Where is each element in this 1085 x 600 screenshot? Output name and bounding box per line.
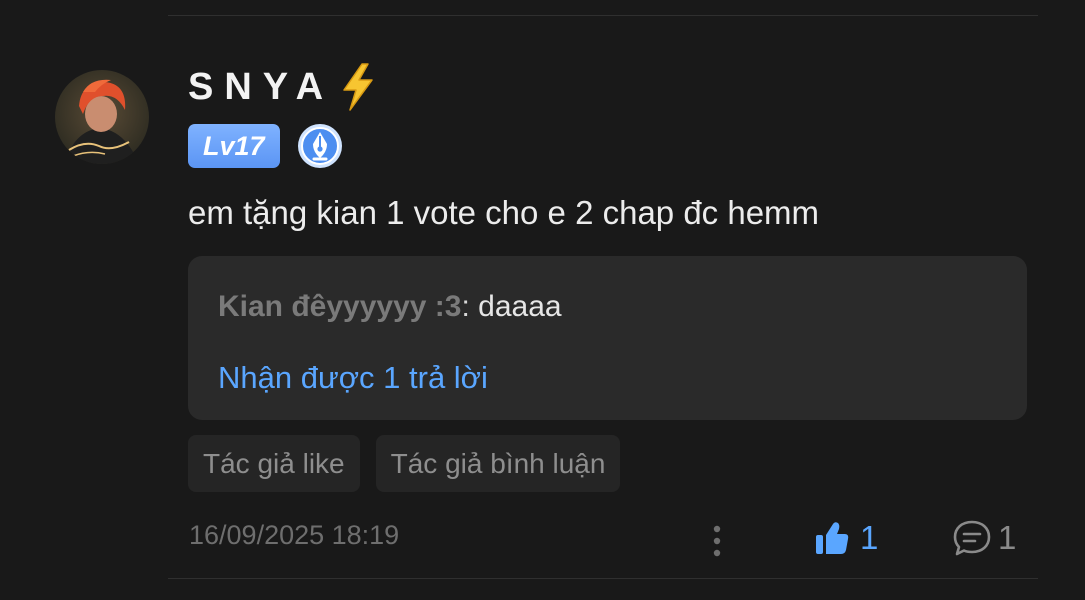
like-count: 1 <box>860 519 879 556</box>
thumbs-up-icon <box>816 522 849 554</box>
comment-text: em tặng kian 1 vote cho e 2 chap đc hemm <box>188 194 820 231</box>
comment-count: 1 <box>998 519 1017 556</box>
lightning-bolt-icon <box>343 63 373 111</box>
reply-button[interactable]: 1 <box>950 514 1016 562</box>
username[interactable]: SNYA <box>188 62 378 112</box>
more-options-button[interactable] <box>700 516 734 560</box>
bottom-divider <box>168 578 1038 579</box>
replies-link[interactable]: Nhận được 1 trả lời <box>218 360 488 396</box>
avatar-icon <box>55 70 149 164</box>
timestamp: 16/09/2025 18:19 <box>189 520 400 550</box>
quote-line: Kian đêyyyyyy :3: daaaa <box>218 290 562 324</box>
quoted-reply[interactable]: Kian đêyyyyyy :3: daaaa Nhận được 1 trả … <box>188 256 1027 420</box>
author-tags: Tác giả like Tác giả bình luận <box>188 435 621 492</box>
quote-separator: : <box>461 290 470 323</box>
top-divider <box>168 15 1038 16</box>
quote-text: daaaa <box>469 290 562 323</box>
level-badge: Lv17 <box>188 124 280 168</box>
quote-author[interactable]: Kian đêyyyyyy :3 <box>218 290 461 323</box>
pen-nib-badge-icon <box>297 124 342 168</box>
tag-author-like: Tác giả like <box>188 435 360 492</box>
avatar[interactable] <box>55 70 149 164</box>
user-badges: Lv17 <box>188 122 344 170</box>
like-button[interactable]: 1 <box>814 514 878 562</box>
username-text: SNYA <box>188 65 335 108</box>
tag-author-comment: Tác giả bình luận <box>375 435 621 492</box>
more-vertical-icon <box>713 525 721 557</box>
comment-bubble-icon <box>953 520 991 556</box>
comment-page: SNYA Lv17 em tặng kian 1 vote cho e 2 ch… <box>0 0 1085 600</box>
comment-footer: 16/09/2025 18:19 1 1 <box>0 510 1085 566</box>
